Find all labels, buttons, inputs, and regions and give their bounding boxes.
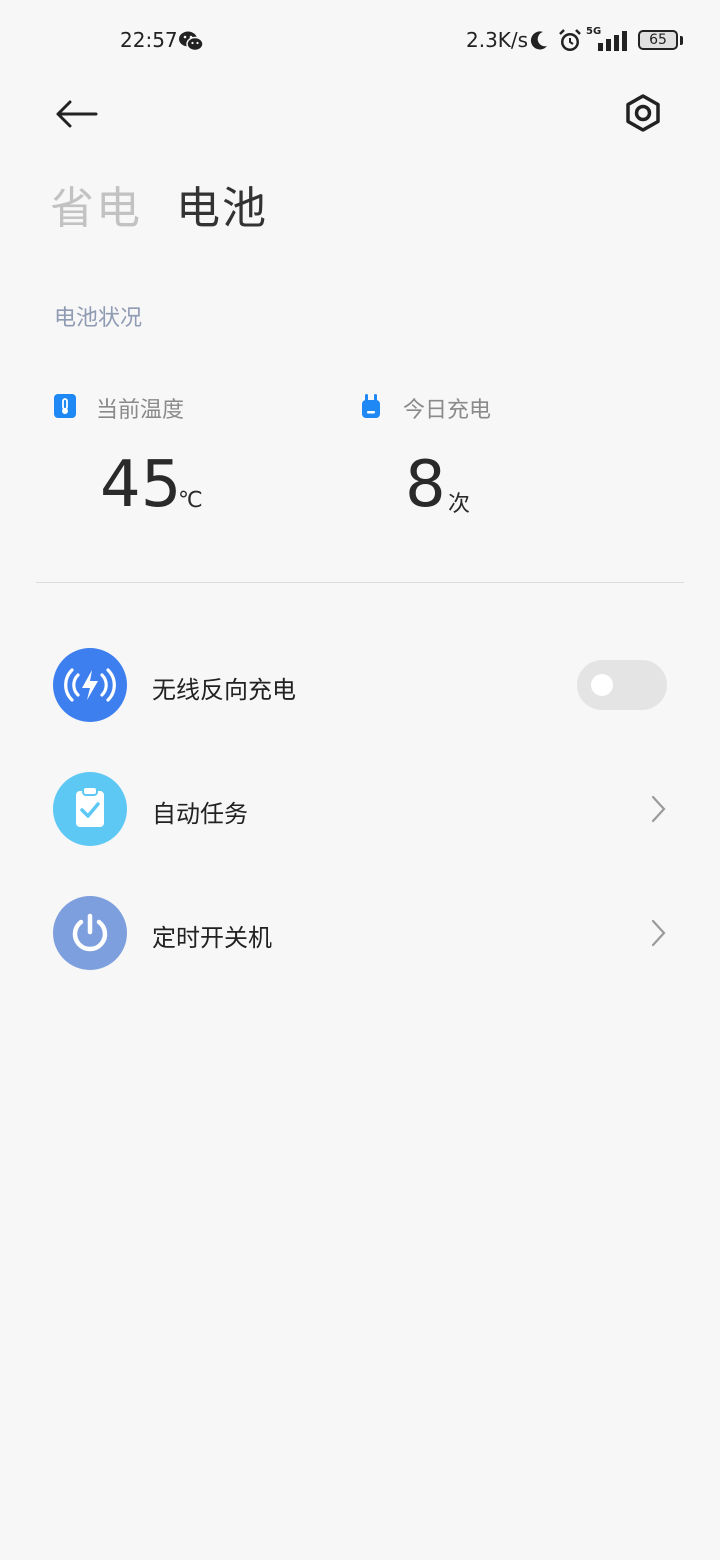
- signal-icon: 5G: [586, 26, 628, 54]
- settings-button[interactable]: [616, 86, 670, 140]
- moon-icon: [530, 31, 547, 50]
- divider: [36, 582, 684, 583]
- battery-icon: 65: [638, 30, 678, 50]
- thermometer-icon: [54, 394, 76, 418]
- temperature-label: 当前温度: [96, 398, 185, 423]
- toggle-knob: [591, 674, 613, 696]
- auto-tasks-row[interactable]: 自动任务: [0, 759, 720, 859]
- wechat-icon: [179, 31, 204, 52]
- clipboard-check-icon: [53, 772, 127, 846]
- scheduled-power-label: 定时开关机: [152, 924, 272, 952]
- chevron-right-icon: [651, 795, 666, 823]
- back-button[interactable]: [50, 90, 104, 138]
- scheduled-power-row[interactable]: 定时开关机: [0, 883, 720, 983]
- alarm-icon: [559, 29, 581, 51]
- wireless-charge-icon: [53, 648, 127, 722]
- battery-tip: [680, 36, 683, 45]
- charges-today-unit: 次: [448, 492, 471, 517]
- temperature-value: 45: [100, 448, 182, 522]
- wireless-reverse-charging-label: 无线反向充电: [152, 676, 296, 704]
- battery-level: 65: [649, 32, 667, 48]
- temperature-unit: ℃: [178, 488, 203, 513]
- plug-icon: [362, 394, 380, 418]
- charges-today-label: 今日充电: [403, 398, 492, 423]
- wireless-reverse-charging-toggle[interactable]: [577, 660, 667, 710]
- network-speed: 2.3K/s: [466, 28, 529, 52]
- power-icon: [53, 896, 127, 970]
- charges-today-value: 8: [405, 448, 446, 522]
- status-time: 22:57: [120, 28, 178, 52]
- auto-tasks-label: 自动任务: [152, 800, 248, 828]
- tab-power-saving[interactable]: 省电: [50, 172, 142, 236]
- chevron-right-icon: [651, 919, 666, 947]
- tab-battery[interactable]: 电池: [176, 172, 268, 236]
- section-title: 电池状况: [54, 306, 143, 331]
